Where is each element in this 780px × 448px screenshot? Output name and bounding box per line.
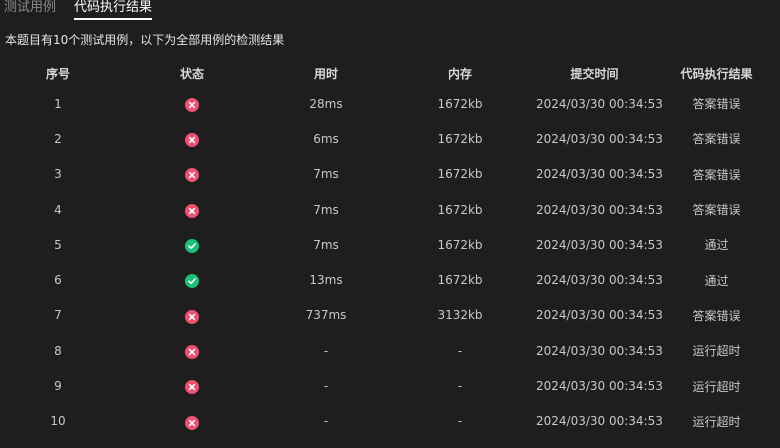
row-memory: - [457,343,463,358]
row-result: 答案错误 [692,167,741,182]
row-result: 运行超时 [692,379,741,394]
row-index: 4 [54,202,62,217]
col-header-memory: 内存 [447,66,472,81]
row-memory: 1672kb [437,237,483,252]
cross-circle-icon [185,344,199,359]
row-submit-time: 2024/03/30 00:34:53 [536,237,663,252]
row-index: 1 [54,96,62,111]
row-index: 3 [54,167,62,182]
row-submit-time: 2024/03/30 00:34:53 [536,414,663,429]
row-result: 答案错误 [692,203,741,218]
table-row: 5 7ms 1672kb 2024/03/30 00:34:53 通过 [0,227,780,262]
table-row: 6 13ms 1672kb 2024/03/30 00:34:53 通过 [0,262,780,297]
table-row: 7 737ms 3132kb 2024/03/30 00:34:53 答案错误 [0,298,780,333]
row-index: 5 [54,237,62,252]
col-header-submit-time: 提交时间 [570,66,619,81]
results-summary: 本题目有10个测试用例，以下为全部用例的检测结果 [5,33,285,47]
row-status [116,227,268,262]
row-memory: 1672kb [437,202,483,217]
row-result: 通过 [704,273,729,288]
table-row: 10 - - 2024/03/30 00:34:53 运行超时 [0,404,780,439]
tab-bar: 测试用例 代码执行结果 [0,0,153,20]
tab-test-cases[interactable]: 测试用例 [4,0,56,20]
row-submit-time: 2024/03/30 00:34:53 [536,273,663,288]
row-submit-time: 2024/03/30 00:34:53 [536,308,663,323]
row-result: 答案错误 [692,97,741,112]
table-row: 9 - - 2024/03/30 00:34:53 运行超时 [0,368,780,403]
row-memory: 1672kb [437,131,483,146]
row-result: 通过 [704,238,729,253]
row-memory: - [457,414,463,429]
row-time: 7ms [313,202,339,217]
row-submit-time: 2024/03/30 00:34:53 [536,202,663,217]
check-circle-icon [185,274,199,289]
row-memory: 3132kb [437,308,483,323]
row-submit-time: 2024/03/30 00:34:53 [536,96,663,111]
row-index: 2 [54,131,62,146]
col-header-time: 用时 [313,66,338,81]
row-time: 28ms [309,96,343,111]
row-time: - [323,343,329,358]
row-index: 6 [54,273,62,288]
row-time: 737ms [305,308,347,323]
table-header-row: 序号 状态 用时 内存 提交时间 代码执行结果 [0,60,780,86]
table-row: 1 28ms 1672kb 2024/03/30 00:34:53 答案错误 [0,86,780,121]
row-memory: - [457,379,463,394]
row-time: 7ms [313,167,339,182]
check-circle-icon [185,239,199,254]
row-result: 运行超时 [692,414,741,429]
row-memory: 1672kb [437,96,483,111]
row-time: - [323,414,329,429]
table-row: 2 6ms 1672kb 2024/03/30 00:34:53 答案错误 [0,121,780,156]
row-status [116,368,268,403]
row-memory: 1672kb [437,273,483,288]
row-submit-time: 2024/03/30 00:34:53 [536,379,663,394]
cross-circle-icon [185,415,199,430]
col-header-status: 状态 [179,66,204,81]
cross-circle-icon [185,203,199,218]
results-table: 序号 状态 用时 内存 提交时间 代码执行结果 1 28ms 1672kb 2024/… [0,60,780,439]
row-submit-time: 2024/03/30 00:34:53 [536,167,663,182]
row-index: 9 [54,379,62,394]
row-status [116,192,268,227]
row-time: - [323,379,329,394]
col-header-result: 代码执行结果 [680,66,753,81]
row-submit-time: 2024/03/30 00:34:53 [536,343,663,358]
row-status [116,404,268,439]
row-submit-time: 2024/03/30 00:34:53 [536,131,663,146]
row-index: 10 [50,414,66,429]
cross-circle-icon [185,97,199,112]
row-status [116,86,268,121]
row-time: 13ms [309,273,343,288]
row-status [116,333,268,368]
row-status [116,121,268,156]
table-row: 3 7ms 1672kb 2024/03/30 00:34:53 答案错误 [0,157,780,192]
cross-circle-icon [185,380,199,395]
table-row: 8 - - 2024/03/30 00:34:53 运行超时 [0,333,780,368]
row-time: 7ms [313,237,339,252]
cross-circle-icon [185,168,199,183]
col-header-index: 序号 [45,66,70,81]
row-time: 6ms [313,131,339,146]
cross-circle-icon [185,309,199,324]
row-result: 运行超时 [692,344,741,359]
table-row: 4 7ms 1672kb 2024/03/30 00:34:53 答案错误 [0,192,780,227]
row-index: 7 [54,308,62,323]
row-status [116,298,268,333]
row-status [116,262,268,297]
row-memory: 1672kb [437,167,483,182]
tab-execution-results[interactable]: 代码执行结果 [74,0,153,20]
row-result: 答案错误 [692,308,741,323]
row-result: 答案错误 [692,132,741,147]
row-status [116,157,268,192]
cross-circle-icon [185,133,199,148]
row-index: 8 [54,343,62,358]
